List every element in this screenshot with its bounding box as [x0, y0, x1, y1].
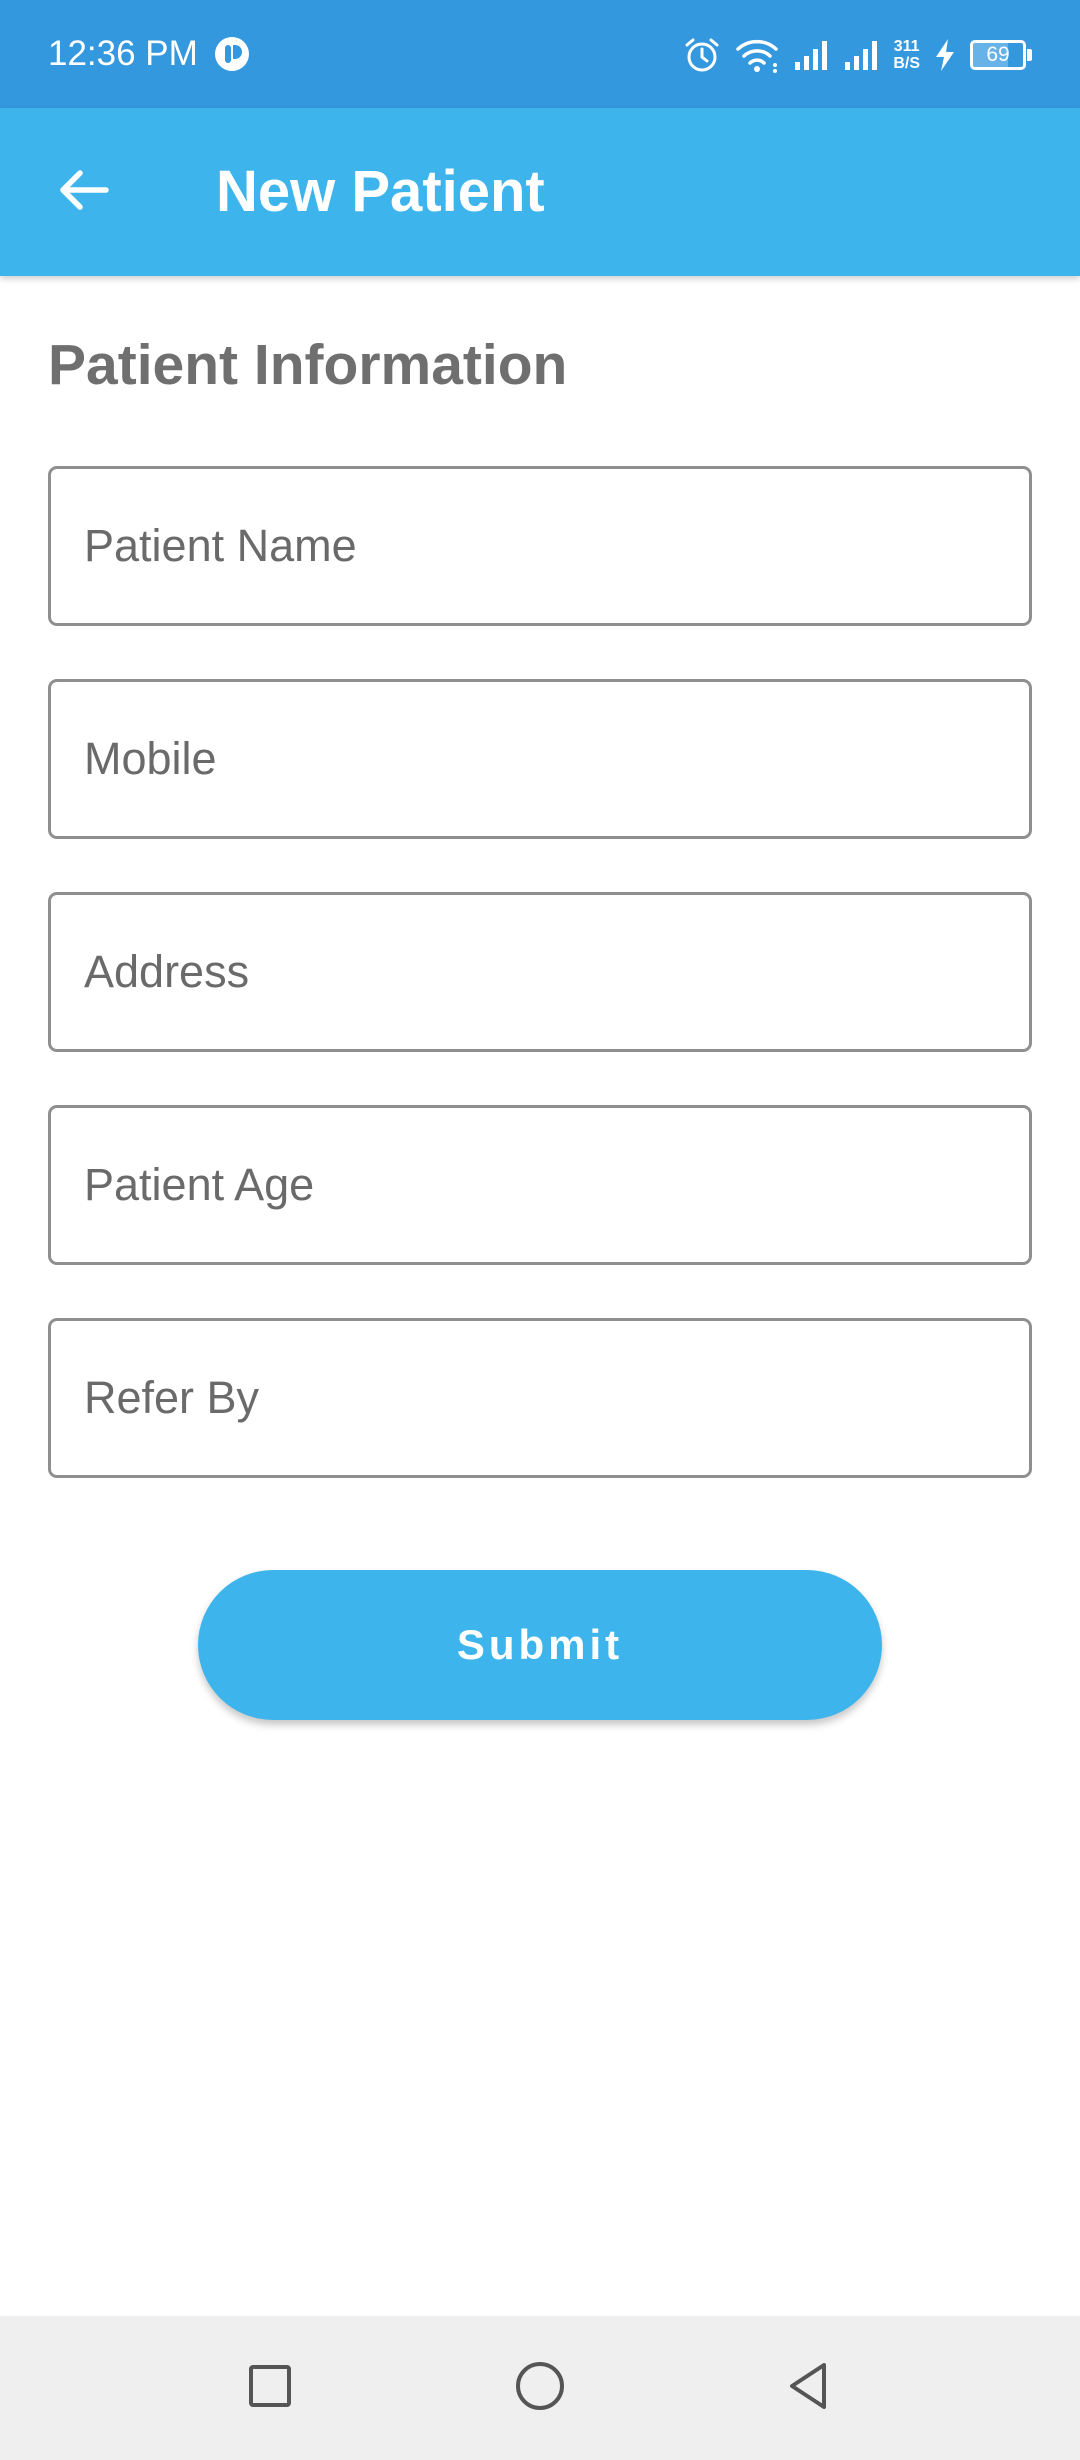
network-speed: 311 B/S [893, 38, 920, 72]
network-speed-value: 311 [893, 38, 920, 55]
refer-by-field[interactable] [48, 1318, 1032, 1478]
mobile-field[interactable] [48, 679, 1032, 839]
submit-button[interactable]: Submit [198, 1570, 882, 1720]
wifi-icon [735, 37, 779, 73]
network-speed-unit: B/S [893, 55, 920, 72]
arrow-left-icon [56, 166, 112, 219]
home-circle-icon [514, 2360, 566, 2417]
page-title: New Patient [216, 159, 545, 224]
patient-age-input[interactable] [51, 1108, 1029, 1262]
app-bar: New Patient [0, 108, 1080, 276]
signal-icon [843, 38, 879, 72]
charging-icon [934, 38, 956, 72]
status-bar: 12:36 PM 311 B/S 69 [0, 0, 1080, 108]
address-input[interactable] [51, 895, 1029, 1049]
recents-button[interactable] [230, 2348, 310, 2428]
system-nav-bar [0, 2316, 1080, 2460]
home-button[interactable] [500, 2348, 580, 2428]
patient-age-field[interactable] [48, 1105, 1032, 1265]
app-notification-icon [214, 36, 250, 72]
back-triangle-icon [784, 2360, 832, 2417]
status-icons: 311 B/S 69 [683, 30, 1032, 80]
mobile-input[interactable] [51, 682, 1029, 836]
battery-level: 69 [986, 43, 1010, 66]
patient-name-input[interactable] [51, 469, 1029, 623]
patient-name-field[interactable] [48, 466, 1032, 626]
status-time: 12:36 PM [48, 34, 198, 73]
recents-square-icon [246, 2362, 294, 2415]
refer-by-input[interactable] [51, 1321, 1029, 1475]
section-title: Patient Information [48, 333, 568, 397]
alarm-icon [683, 36, 721, 74]
address-field[interactable] [48, 892, 1032, 1052]
back-button[interactable] [40, 152, 128, 232]
system-back-button[interactable] [768, 2348, 848, 2428]
signal-icon [793, 38, 829, 72]
battery-icon: 69 [970, 40, 1032, 70]
